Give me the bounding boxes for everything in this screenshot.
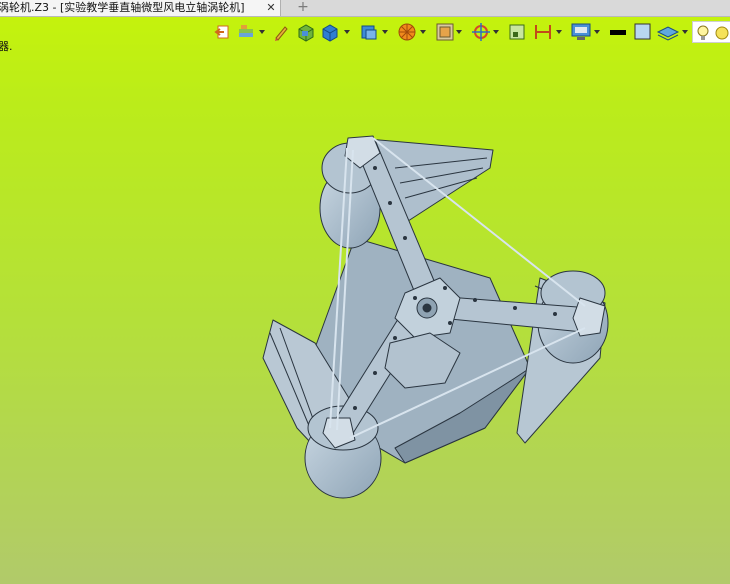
close-tab-button[interactable]: ✕ <box>264 0 278 16</box>
solid-box-icon[interactable] <box>296 21 316 43</box>
document-tab[interactable]: 涡轮机.Z3 - [实验教学垂直轴微型风电立轴涡轮机] ✕ <box>0 0 281 16</box>
exit-icon[interactable] <box>214 21 232 43</box>
bulb-icon[interactable] <box>695 22 713 44</box>
sketch-icon[interactable] <box>506 21 528 43</box>
new-tab-button[interactable]: + <box>296 0 310 15</box>
chevron-down-icon[interactable] <box>382 30 388 34</box>
chevron-down-icon[interactable] <box>493 30 499 34</box>
frame-icon[interactable] <box>434 21 456 43</box>
chevron-down-icon[interactable] <box>456 30 462 34</box>
toolbar <box>210 21 730 43</box>
render-wheel-icon[interactable] <box>396 21 418 43</box>
side-label: 器. <box>0 40 13 53</box>
chevron-down-icon[interactable] <box>344 30 350 34</box>
light-toggle[interactable] <box>692 21 730 43</box>
line-color-icon[interactable] <box>608 21 630 43</box>
chevron-down-icon[interactable] <box>594 30 600 34</box>
plane-icon[interactable] <box>656 21 680 43</box>
chevron-down-icon[interactable] <box>682 30 688 34</box>
view-cube-icon[interactable] <box>320 21 340 43</box>
pencil-icon[interactable] <box>272 21 290 43</box>
turbine-model[interactable] <box>255 128 625 522</box>
chevron-down-icon[interactable] <box>420 30 426 34</box>
fill-color-icon[interactable] <box>632 21 654 43</box>
dimension-icon[interactable] <box>532 21 554 43</box>
tab-title: 涡轮机.Z3 - [实验教学垂直轴微型风电立轴涡轮机] <box>0 1 245 14</box>
light-icon[interactable] <box>713 22 730 44</box>
tab-bar: 涡轮机.Z3 - [实验教学垂直轴微型风电立轴涡轮机] ✕ + <box>0 0 730 17</box>
chevron-down-icon[interactable] <box>556 30 562 34</box>
target-icon[interactable] <box>470 21 492 43</box>
monitor-icon[interactable] <box>570 21 592 43</box>
chevron-down-icon[interactable] <box>259 30 265 34</box>
display-cube-icon[interactable] <box>358 21 380 43</box>
layers-icon[interactable] <box>236 21 256 43</box>
